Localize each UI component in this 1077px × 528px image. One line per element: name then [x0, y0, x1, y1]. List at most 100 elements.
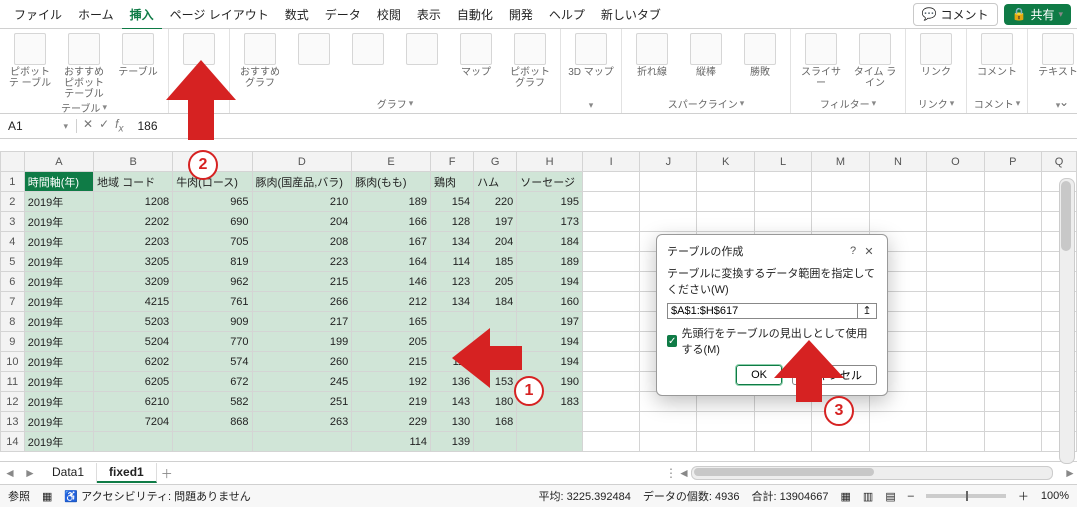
cell[interactable]: [474, 432, 517, 452]
cell[interactable]: 229: [352, 412, 431, 432]
row-header[interactable]: 1: [1, 172, 25, 192]
cell[interactable]: 136: [430, 372, 473, 392]
cancel-button[interactable]: キャンセル: [792, 365, 877, 385]
cell[interactable]: 2019年: [24, 252, 93, 272]
row-header[interactable]: 13: [1, 412, 25, 432]
cell[interactable]: 194: [517, 352, 583, 372]
cell[interactable]: 260: [252, 352, 352, 372]
cell[interactable]: 263: [252, 412, 352, 432]
cell[interactable]: [474, 332, 517, 352]
accessibility-status[interactable]: ♿ アクセシビリティ: 問題ありません: [64, 488, 250, 504]
cell[interactable]: 2203: [94, 232, 173, 252]
cell[interactable]: 2019年: [24, 332, 93, 352]
col-header[interactable]: D: [252, 152, 352, 172]
ribbon-item[interactable]: テーブル: [114, 33, 162, 78]
cell[interactable]: 豚肉(国産品,バラ): [252, 172, 352, 192]
cell[interactable]: 鶏肉: [430, 172, 473, 192]
ribbon-item[interactable]: おすすめ ピボットテーブル: [60, 33, 108, 100]
cell[interactable]: 3205: [94, 252, 173, 272]
cell[interactable]: 153: [474, 372, 517, 392]
cell[interactable]: 185: [474, 252, 517, 272]
cell[interactable]: 189: [352, 192, 431, 212]
sheet-tab-fixed1[interactable]: fixed1: [97, 463, 157, 483]
cell[interactable]: [517, 432, 583, 452]
cell[interactable]: 197: [474, 212, 517, 232]
col-header[interactable]: Q: [1042, 152, 1077, 172]
cell[interactable]: [754, 192, 811, 212]
cell[interactable]: [583, 172, 640, 192]
cell[interactable]: [984, 232, 1041, 252]
cell[interactable]: 2019年: [24, 272, 93, 292]
col-header[interactable]: G: [474, 152, 517, 172]
cell[interactable]: [869, 412, 926, 432]
cell[interactable]: 123: [430, 272, 473, 292]
ribbon-item[interactable]: 縦棒: [682, 33, 730, 78]
cell[interactable]: 690: [173, 212, 252, 232]
header-row-checkbox[interactable]: ✓ 先頭行をテーブルの見出しとして使用する(M): [667, 325, 877, 357]
cell[interactable]: [583, 192, 640, 212]
cell[interactable]: 時間軸(年): [24, 172, 93, 192]
cell[interactable]: 210: [252, 192, 352, 212]
tab-データ[interactable]: データ: [317, 0, 369, 28]
help-icon[interactable]: ?: [845, 245, 861, 257]
col-header[interactable]: O: [927, 152, 984, 172]
cell[interactable]: [927, 272, 984, 292]
cell[interactable]: [927, 292, 984, 312]
tab-自動化[interactable]: 自動化: [449, 0, 501, 28]
cell[interactable]: [869, 212, 926, 232]
col-header[interactable]: [1, 152, 25, 172]
cell[interactable]: [94, 432, 173, 452]
tab-数式[interactable]: 数式: [277, 0, 317, 28]
cell[interactable]: [754, 212, 811, 232]
cell[interactable]: 868: [173, 412, 252, 432]
cell[interactable]: [927, 172, 984, 192]
cell[interactable]: 2019年: [24, 212, 93, 232]
cell[interactable]: [927, 312, 984, 332]
cell[interactable]: 219: [352, 392, 431, 412]
cell[interactable]: 217: [252, 312, 352, 332]
cell[interactable]: 114: [352, 432, 431, 452]
cell[interactable]: [984, 252, 1041, 272]
col-header[interactable]: E: [352, 152, 431, 172]
cell[interactable]: 197: [517, 312, 583, 332]
cell[interactable]: 705: [173, 232, 252, 252]
cell[interactable]: [583, 212, 640, 232]
cell[interactable]: 204: [474, 232, 517, 252]
tab-校閲[interactable]: 校閲: [369, 0, 409, 28]
cell[interactable]: [754, 172, 811, 192]
row-header[interactable]: 2: [1, 192, 25, 212]
cell[interactable]: 豚肉(もも): [352, 172, 431, 192]
cell[interactable]: 245: [252, 372, 352, 392]
cell[interactable]: 909: [173, 312, 252, 332]
cell[interactable]: 251: [252, 392, 352, 412]
ribbon-item[interactable]: リンク: [912, 33, 960, 78]
cell[interactable]: 4215: [94, 292, 173, 312]
tab-挿入[interactable]: 挿入: [122, 0, 162, 30]
ribbon-item[interactable]: タイム ライン: [851, 33, 899, 89]
cell[interactable]: 173: [517, 212, 583, 232]
zoom-in-icon[interactable]: ＋: [1018, 488, 1029, 504]
cell[interactable]: [984, 352, 1041, 372]
hscroll-right-icon[interactable]: ►: [1063, 466, 1077, 480]
cell[interactable]: [583, 292, 640, 312]
cell[interactable]: [697, 432, 754, 452]
zoom-slider[interactable]: [926, 494, 1006, 498]
cell[interactable]: 154: [430, 192, 473, 212]
ribbon-item[interactable]: 勝敗: [736, 33, 784, 78]
col-header[interactable]: H: [517, 152, 583, 172]
tab-ホーム[interactable]: ホーム: [70, 0, 122, 28]
tab-新しいタブ[interactable]: 新しいタブ: [593, 0, 669, 28]
close-icon[interactable]: ✕: [861, 245, 877, 258]
cell[interactable]: 167: [352, 232, 431, 252]
cell[interactable]: 223: [252, 252, 352, 272]
cell[interactable]: [697, 412, 754, 432]
ribbon-item[interactable]: 折れ線: [628, 33, 676, 78]
cell[interactable]: [697, 192, 754, 212]
ribbon-item[interactable]: [290, 33, 338, 67]
cell[interactable]: [984, 312, 1041, 332]
cell[interactable]: [640, 212, 697, 232]
view-normal-icon[interactable]: ▦: [841, 490, 851, 503]
cell[interactable]: 2019年: [24, 412, 93, 432]
cell[interactable]: [474, 312, 517, 332]
cell[interactable]: [640, 432, 697, 452]
